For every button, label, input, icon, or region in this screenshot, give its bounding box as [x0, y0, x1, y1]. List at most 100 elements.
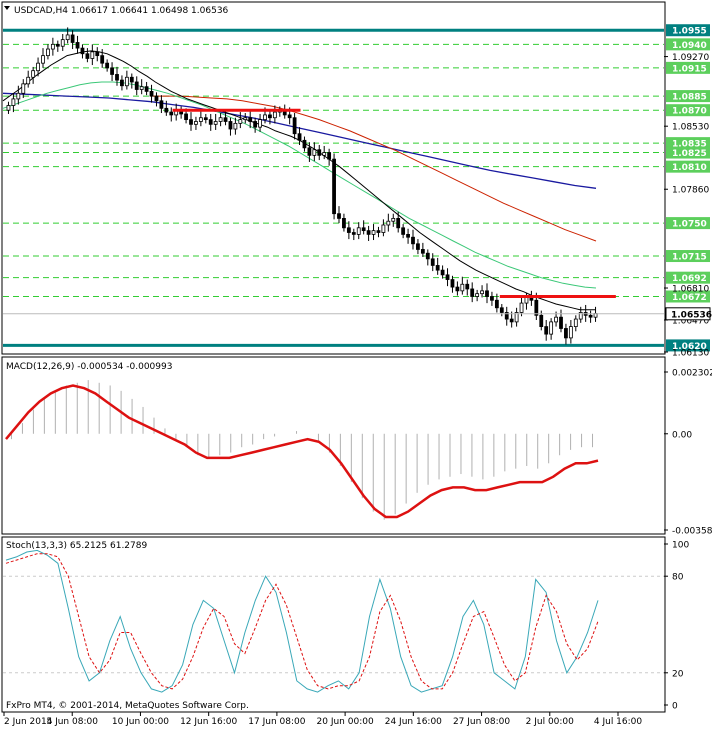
candle-body — [169, 111, 174, 116]
candle-body — [465, 283, 470, 290]
candle-body — [302, 139, 307, 149]
candle-body — [149, 90, 154, 97]
candle-body — [124, 76, 129, 87]
copyright-text: FxPro MT4, © 2001-2014, MetaQuotes Softw… — [6, 701, 249, 711]
candle-body — [228, 121, 233, 130]
candle-body — [564, 328, 568, 339]
candle-body — [361, 227, 366, 232]
candle-body — [139, 86, 144, 90]
candle-body — [31, 70, 36, 78]
candle-body — [159, 100, 164, 109]
price-tick-label: 1.06130 — [672, 349, 709, 359]
candle-body — [401, 227, 406, 235]
candle-body — [258, 119, 262, 128]
candle-body — [154, 95, 159, 102]
candle-body — [351, 232, 356, 235]
candle-body — [184, 113, 188, 121]
candle-body — [381, 224, 386, 233]
candle-body — [568, 326, 573, 339]
candle-body — [470, 288, 475, 297]
candle-body — [50, 43, 55, 50]
candle-body — [11, 98, 16, 106]
candle-body — [208, 119, 213, 125]
candle-body — [450, 279, 455, 288]
candle-body — [346, 227, 351, 233]
candle-body — [460, 283, 465, 292]
candle-body — [494, 299, 499, 309]
candle-body — [509, 318, 514, 323]
candle-body — [440, 269, 445, 276]
candle-body — [366, 230, 371, 235]
candle-body — [420, 249, 425, 254]
candle-body — [115, 74, 119, 81]
candle-body — [105, 62, 110, 69]
time-tick-label: 24 Jun 16:00 — [385, 717, 442, 727]
candle-body — [248, 117, 253, 122]
candle-body — [65, 34, 70, 41]
candle-body — [100, 55, 105, 64]
level-label: 1.0870 — [672, 107, 707, 117]
candle-body — [549, 321, 554, 335]
candle-body — [95, 51, 100, 57]
time-tick-label: 12 Jun 16:00 — [180, 717, 237, 727]
candle-body — [588, 314, 593, 318]
candle-body — [386, 220, 391, 226]
candle-body — [80, 47, 85, 55]
level-label: 1.0915 — [672, 64, 707, 74]
stoch-tick-label: 0 — [672, 702, 678, 712]
candle-body — [411, 236, 415, 245]
candle-body — [425, 252, 430, 260]
candle-body — [218, 117, 223, 122]
candle-body — [371, 230, 376, 235]
candle-body — [129, 76, 134, 83]
candle-body — [573, 318, 578, 327]
candle-body — [203, 117, 208, 121]
candle-body — [243, 117, 248, 121]
candle-body — [16, 92, 21, 100]
time-axis: 2 Jun 20145 Jun 08:00 10 Jun 00:00 12 Jun … — [3, 712, 643, 727]
stoch-label: Stoch(13,3,3) 65.2125 61.2789 — [6, 541, 147, 551]
candle-body — [539, 314, 544, 327]
macd-label: MACD(12,26,9) -0.000534 -0.000993 — [6, 362, 172, 372]
time-tick-label: 2 Jul 00:00 — [526, 717, 575, 727]
candle-body — [559, 316, 563, 329]
candle-body — [268, 114, 272, 119]
candle-body — [164, 107, 169, 113]
candle-body — [90, 51, 95, 59]
level-label: 1.0825 — [672, 149, 707, 159]
level-label: 1.0940 — [672, 41, 707, 51]
candle-body — [144, 86, 149, 92]
macd-tick-label: -0.003586 — [672, 527, 712, 537]
candle-body — [213, 121, 218, 125]
level-label: 1.0885 — [672, 93, 707, 103]
candle-body — [519, 302, 524, 313]
candle-body — [292, 117, 297, 135]
candle-body — [253, 121, 258, 128]
candle-body — [406, 233, 410, 238]
candle-body — [194, 121, 198, 125]
stoch-tick-label: 20 — [672, 669, 684, 679]
price-tick-label: 1.09270 — [672, 53, 709, 63]
time-tick-label: 4 Jul 16:00 — [594, 717, 643, 727]
candle-body — [60, 39, 65, 47]
time-tick-label: 2 Jun 2014 — [4, 717, 53, 727]
candle-body — [455, 286, 460, 292]
candle-body — [322, 152, 327, 156]
candle-body — [233, 122, 238, 130]
stoch-tick-label: 80 — [672, 573, 684, 583]
candle-body — [356, 227, 361, 235]
candle-body — [134, 81, 139, 90]
candle-body — [36, 62, 40, 72]
level-label: 1.0955 — [672, 27, 707, 37]
candle-body — [430, 258, 435, 266]
candle-body — [391, 217, 396, 222]
candle-body — [490, 296, 494, 301]
candle-body — [238, 119, 243, 124]
candle-body — [396, 217, 401, 229]
candle-body — [445, 274, 450, 280]
candle-body — [287, 114, 292, 119]
candle-body — [26, 76, 31, 85]
level-label: 1.0715 — [672, 253, 707, 263]
time-tick-label: 27 Jun 08:00 — [453, 717, 510, 727]
level-label: 1.0692 — [672, 274, 707, 284]
